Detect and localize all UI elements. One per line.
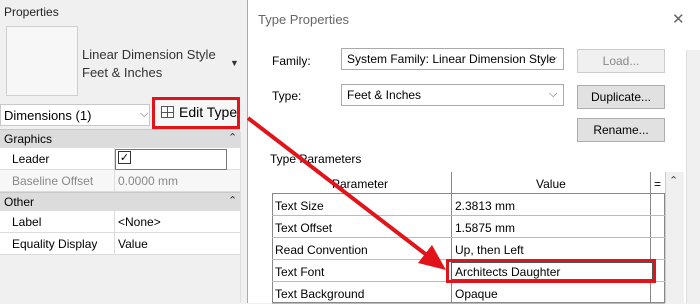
annotation-arrow [246,116,446,270]
arrow-shaft [246,116,430,258]
arrow-head [418,245,446,270]
